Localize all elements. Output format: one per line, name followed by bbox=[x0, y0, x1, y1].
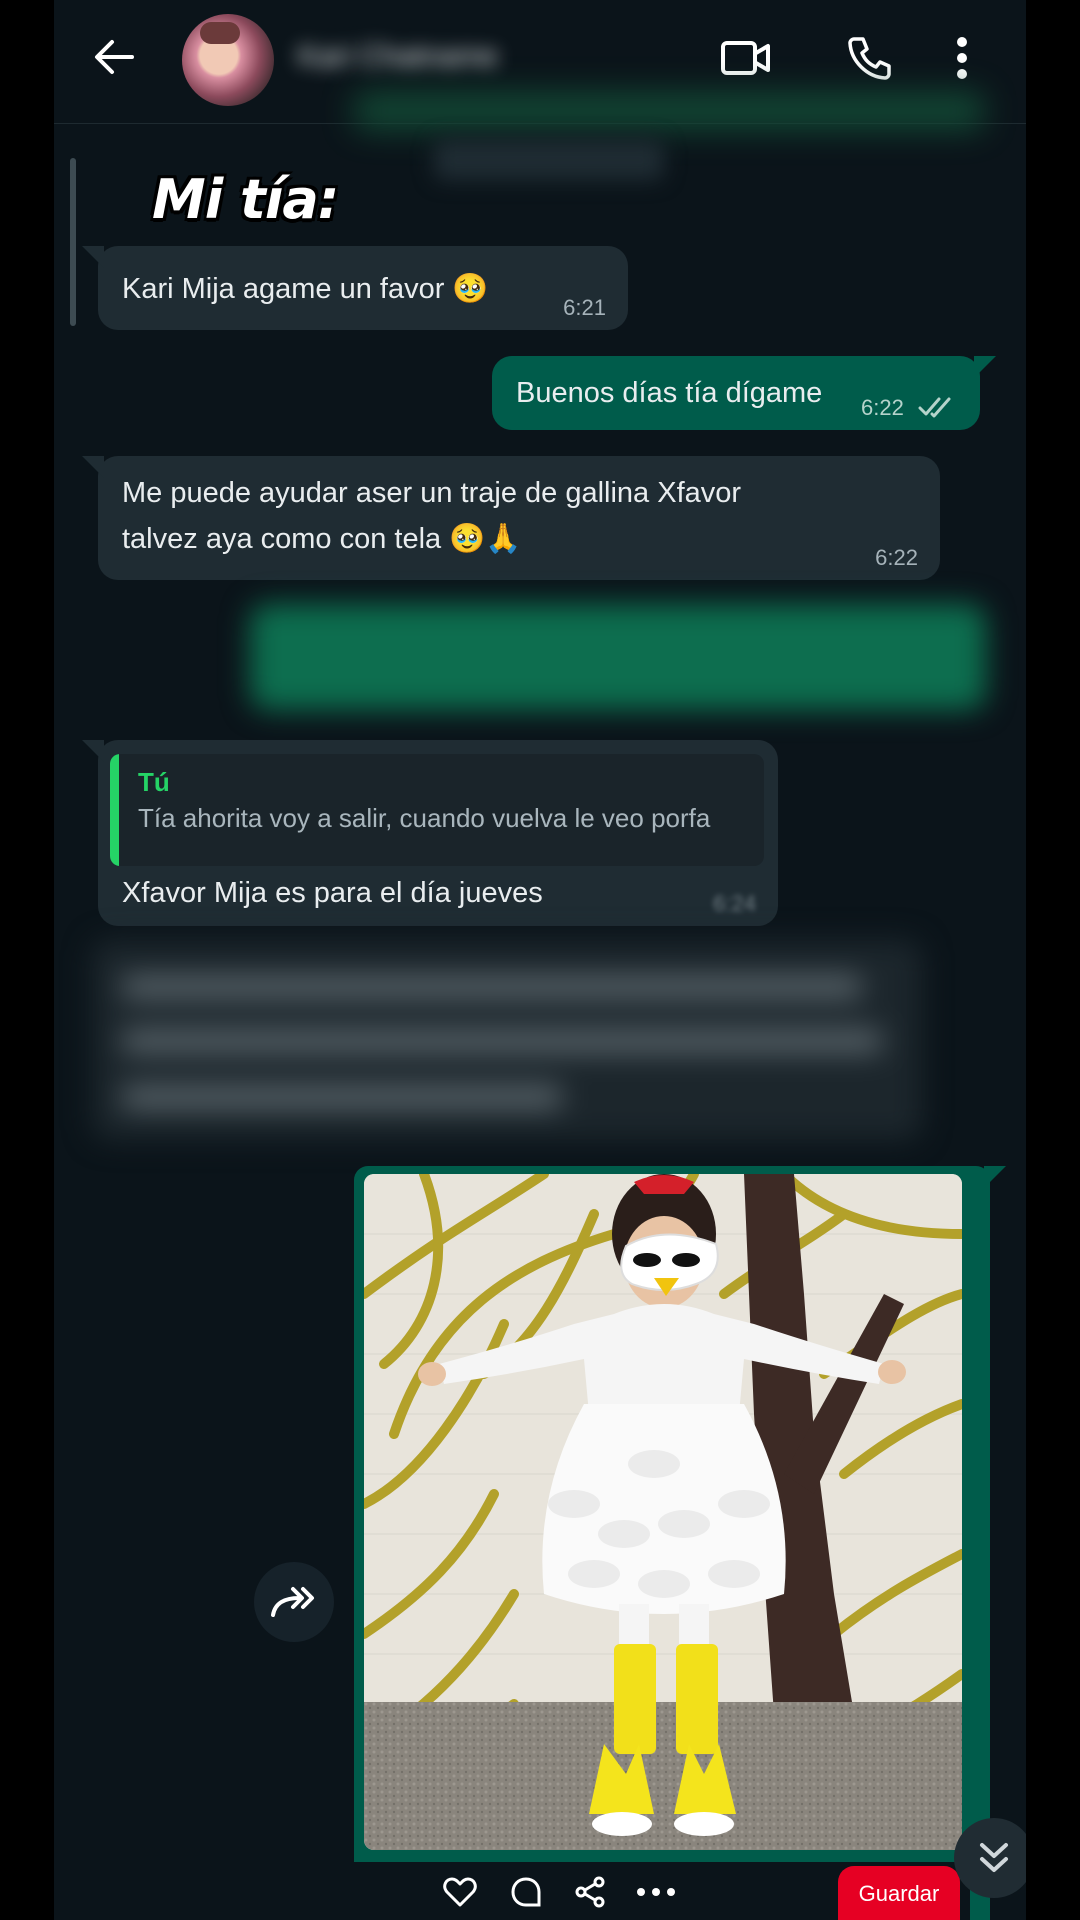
blurred-message bbox=[92, 940, 922, 1140]
share-button[interactable] bbox=[568, 1870, 612, 1914]
back-button[interactable] bbox=[88, 32, 138, 82]
back-arrow-icon bbox=[95, 40, 134, 74]
chat-screen: Kari Chatname Mi tía: Kari Mija agame un… bbox=[54, 0, 1026, 1920]
image-message[interactable] bbox=[354, 1166, 1006, 1920]
quote-text: Tía ahorita voy a salir, cuando vuelva l… bbox=[138, 803, 711, 833]
video-call-button[interactable] bbox=[718, 30, 774, 86]
message-text-line: Me puede ayudar aser un traje de gallina… bbox=[122, 477, 742, 509]
comment-icon bbox=[511, 1877, 541, 1907]
photo-image bbox=[364, 1174, 962, 1850]
contact-avatar[interactable] bbox=[182, 14, 274, 106]
overlay-caption: Mi tía: bbox=[152, 168, 339, 231]
heart-icon bbox=[443, 1877, 477, 1907]
message-text: Kari Mija agame un favor 🥹 bbox=[122, 273, 489, 305]
phone-icon bbox=[848, 37, 891, 80]
scroll-indicator bbox=[70, 158, 76, 326]
message-bubble-incoming[interactable]: Me puede ayudar aser un traje de gallina… bbox=[82, 456, 940, 580]
double-chevron-down-icon bbox=[980, 1843, 1008, 1872]
more-options-button[interactable] bbox=[634, 1870, 678, 1914]
save-button[interactable]: Guardar bbox=[838, 1866, 960, 1920]
message-meta: 6:22 bbox=[861, 395, 958, 420]
message-time: 6:22 bbox=[861, 395, 904, 420]
message-text: Xfavor Mija es para el día jueves bbox=[122, 877, 543, 909]
message-text-line: talvez aya como con tela 🥹🙏 bbox=[122, 523, 522, 555]
message-time: 6:22 bbox=[875, 545, 918, 570]
voice-call-button[interactable] bbox=[841, 30, 897, 86]
quote-author: Tú bbox=[138, 767, 170, 797]
pin-action-bar: Guardar bbox=[354, 1862, 970, 1920]
message-text: Buenos días tía dígame bbox=[516, 377, 823, 409]
message-time: 6:21 bbox=[563, 295, 606, 320]
comment-button[interactable] bbox=[504, 1870, 548, 1914]
date-chip bbox=[434, 140, 664, 180]
quoted-message[interactable]: Tú Tía ahorita voy a salir, cuando vuelv… bbox=[110, 754, 764, 866]
chicken-costume-photo[interactable] bbox=[364, 1174, 962, 1850]
blurred-message bbox=[354, 92, 984, 130]
message-bubble-incoming[interactable]: Kari Mija agame un favor 🥹 6:21 bbox=[82, 246, 628, 330]
more-vert-icon bbox=[957, 37, 967, 79]
message-time: 6:24 bbox=[713, 891, 756, 916]
video-call-icon bbox=[721, 41, 770, 75]
blurred-message bbox=[250, 604, 986, 710]
scroll-to-bottom-button[interactable] bbox=[954, 1818, 1026, 1898]
menu-button[interactable] bbox=[942, 30, 982, 86]
quote-bar bbox=[110, 754, 119, 866]
more-horiz-icon bbox=[637, 1888, 675, 1896]
message-bubble-outgoing[interactable]: Buenos días tía dígame 6:22 bbox=[492, 356, 996, 430]
like-button[interactable] bbox=[438, 1870, 482, 1914]
double-check-icon bbox=[918, 397, 951, 418]
share-icon bbox=[575, 1876, 605, 1908]
contact-name[interactable]: Kari Chatname bbox=[298, 40, 548, 73]
forward-button[interactable] bbox=[254, 1562, 334, 1642]
forward-icon bbox=[271, 1587, 314, 1617]
message-bubble-reply[interactable]: Tú Tía ahorita voy a salir, cuando vuelv… bbox=[82, 740, 778, 926]
